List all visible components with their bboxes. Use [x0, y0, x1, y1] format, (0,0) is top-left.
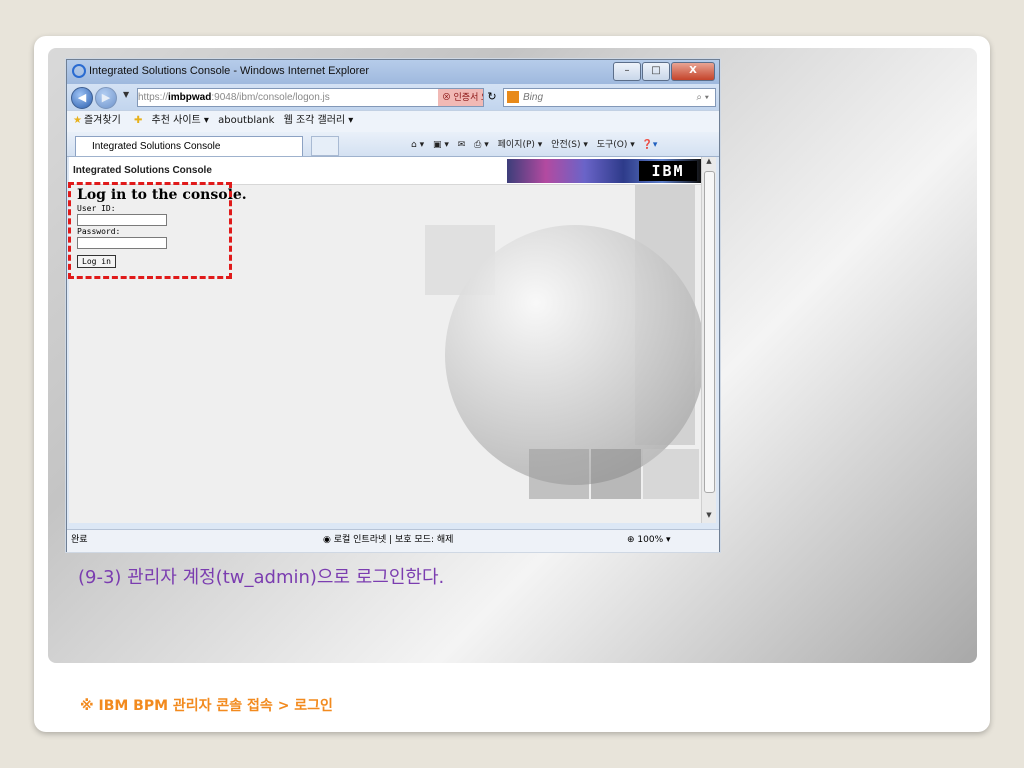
favorites-button[interactable]: 즐겨찾기 — [84, 115, 121, 126]
zoom-icon: ⊕ — [627, 535, 638, 545]
close-button[interactable]: X — [671, 62, 715, 81]
status-text: 완료 — [71, 535, 88, 545]
zoom-control[interactable]: ⊕ 100% ▾ — [627, 530, 671, 550]
console-title: Integrated Solutions Console — [73, 165, 212, 176]
window-title: Integrated Solutions Console - Windows I… — [89, 65, 370, 77]
history-dropdown-icon[interactable]: ▼ — [123, 90, 129, 99]
scroll-down-icon[interactable]: ▼ — [702, 511, 716, 523]
security-zone[interactable]: ◉ 로컬 인트라넷 | 보호 모드: 해제 — [323, 530, 453, 550]
login-button[interactable]: Log in — [77, 255, 116, 268]
url-prefix: https:// — [138, 92, 169, 103]
decor-tile — [643, 449, 699, 499]
home-icon[interactable]: ⌂ ▾ — [411, 140, 424, 150]
shield-warning-icon: ⊗ — [442, 92, 454, 102]
maximize-button[interactable]: □ — [642, 62, 670, 81]
search-icon[interactable]: ⌕ ▾ — [696, 89, 709, 106]
command-bar: ⌂ ▾ ▣ ▾ ✉ ⎙ ▾ 페이지(P) ▾ 안전(S) ▾ 도구(O) ▾ ❓… — [411, 137, 657, 150]
url-path: :9048/ibm/console/logon.js — [211, 92, 330, 103]
ibm-banner: IBM — [507, 159, 701, 183]
help-icon[interactable]: ❓▾ — [642, 140, 658, 150]
globe-icon: ◉ — [323, 535, 334, 545]
safety-menu[interactable]: 안전(S) ▾ — [551, 140, 588, 150]
slide-footer: ※ IBM BPM 관리자 콘솔 접속 > 로그인 — [80, 698, 333, 714]
security-zone-label: 로컬 인트라넷 | 보호 모드: 해제 — [333, 535, 454, 545]
decor-tile — [591, 449, 641, 499]
ie-logo-icon — [72, 64, 86, 78]
zoom-level: 100% — [637, 535, 664, 545]
userid-input[interactable] — [77, 214, 167, 226]
certificate-error-label: 인증서 오류 — [453, 92, 483, 102]
favorites-item-aboutblank[interactable]: aboutblank — [218, 115, 274, 126]
password-input[interactable] — [77, 237, 167, 249]
feeds-icon[interactable]: ▣ ▾ — [433, 140, 449, 150]
decor-tile — [529, 449, 589, 499]
bing-icon — [507, 91, 519, 103]
favorites-bar: ★ 즐겨찾기 ✚ 추천 사이트 ▾ aboutblank 웹 조각 갤러리 ▾ — [67, 110, 719, 133]
address-bar-row: ◀ ▶ ▼ https://imbpwad:9048/ibm/console/l… — [67, 84, 719, 110]
favorites-star-icon: ★ — [73, 115, 82, 126]
window-controls: – □ X — [612, 62, 715, 81]
minimize-button[interactable]: – — [613, 62, 641, 81]
status-bar: 완료 ◉ 로컬 인트라넷 | 보호 모드: 해제 ⊕ 100% ▾ — [67, 529, 719, 552]
userid-label: User ID: — [77, 204, 116, 213]
favorites-item-webslice[interactable]: 웹 조각 갤러리 ▾ — [284, 115, 354, 126]
tab-console[interactable]: Integrated Solutions Console — [75, 136, 303, 156]
ibm-logo: IBM — [639, 161, 697, 181]
page-menu[interactable]: 페이지(P) ▾ — [498, 140, 543, 150]
url-host: imbpwad — [168, 92, 212, 103]
mail-icon[interactable]: ✉ — [458, 140, 466, 150]
add-favorite-icon[interactable]: ✚ — [134, 115, 142, 126]
scroll-up-icon[interactable]: ▲ — [702, 157, 716, 169]
certificate-error-badge[interactable]: ⊗ 인증서 오류 — [438, 89, 483, 106]
scroll-thumb[interactable] — [704, 171, 715, 493]
search-input[interactable]: Bing ⌕ ▾ — [503, 88, 716, 107]
forward-button[interactable]: ▶ — [95, 87, 117, 109]
tab-row: Integrated Solutions Console ⌂ ▾ ▣ ▾ ✉ ⎙… — [67, 132, 719, 157]
refresh-icon[interactable]: ↻ — [483, 88, 501, 105]
console-header: Integrated Solutions Console IBM — [69, 157, 701, 185]
vertical-scrollbar[interactable]: ▲ ▼ — [701, 157, 716, 523]
page-content: Integrated Solutions Console IBM Log in … — [69, 157, 701, 523]
slide-caption: (9-3) 관리자 계정(tw_admin)으로 로그인한다. — [78, 567, 445, 588]
globe-image — [445, 225, 701, 485]
print-icon[interactable]: ⎙ ▾ — [474, 140, 489, 150]
tools-menu[interactable]: 도구(O) ▾ — [597, 140, 635, 150]
title-bar: Integrated Solutions Console - Windows I… — [67, 60, 719, 84]
login-form: Log in to the console. User ID: Password… — [77, 187, 247, 268]
login-heading: Log in to the console. — [77, 187, 247, 203]
search-placeholder: Bing — [523, 92, 544, 103]
globe-artwork — [425, 185, 701, 523]
favorites-item-suggested[interactable]: 추천 사이트 ▾ — [152, 115, 209, 126]
address-input[interactable]: https://imbpwad:9048/ibm/console/logon.j… — [137, 88, 484, 107]
password-label: Password: — [77, 227, 121, 236]
new-tab-button[interactable] — [311, 136, 339, 156]
browser-window: Integrated Solutions Console - Windows I… — [66, 59, 720, 552]
back-button[interactable]: ◀ — [71, 87, 93, 109]
